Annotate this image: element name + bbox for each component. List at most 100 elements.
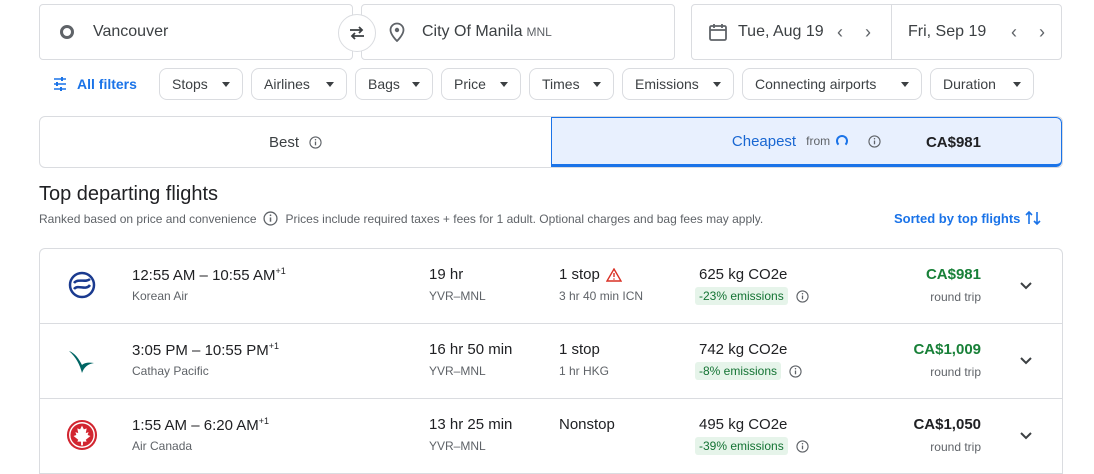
calendar-icon xyxy=(708,22,728,42)
info-icon[interactable] xyxy=(262,211,278,226)
destination-code: MNL xyxy=(526,25,552,39)
loading-spinner-icon xyxy=(836,135,849,147)
chip-label: Connecting airports xyxy=(755,76,877,92)
emissions-filter-chip[interactable]: Emissions xyxy=(622,68,734,100)
stops-filter-chip[interactable]: Stops xyxy=(159,68,243,100)
info-icon[interactable] xyxy=(796,439,809,453)
arrive-time: 10:55 PM xyxy=(204,342,269,359)
warning-icon xyxy=(605,267,622,282)
section-title: Top departing flights xyxy=(39,183,219,205)
day-offset: +1 xyxy=(268,341,280,351)
next-depart-date-button[interactable]: › xyxy=(854,22,882,43)
flight-route: YVR–MNL xyxy=(429,289,486,303)
origin-dot-icon xyxy=(60,25,74,39)
flight-times: 3:05 PM – 10:55 PM+1 xyxy=(132,341,280,359)
flight-row[interactable]: 3:05 PM – 10:55 PM+1 Cathay Pacific 16 h… xyxy=(40,324,1062,399)
sort-label: Sorted by top flights xyxy=(894,210,1021,226)
depart-date[interactable]: Tue, Aug 19 ‹ › xyxy=(692,5,892,59)
info-icon[interactable] xyxy=(309,135,322,149)
flight-route: YVR–MNL xyxy=(429,439,486,453)
chip-label: Duration xyxy=(943,76,996,92)
airline-name: Cathay Pacific xyxy=(132,364,209,378)
sort-button[interactable]: Sorted by top flights xyxy=(894,209,1042,227)
tune-icon xyxy=(54,77,66,91)
tab-cheapest-label: Cheapest xyxy=(731,132,797,150)
price-filter-chip[interactable]: Price xyxy=(441,68,521,100)
connecting-airports-filter-chip[interactable]: Connecting airports xyxy=(742,68,922,100)
dropdown-arrow-icon xyxy=(500,81,508,87)
flight-row[interactable]: 12:55 AM – 10:55 AM+1 Korean Air 19 hr Y… xyxy=(40,249,1062,324)
emissions-info: -39% emissions xyxy=(695,437,809,455)
prev-return-date-button[interactable]: ‹ xyxy=(1000,22,1028,43)
chip-label: Bags xyxy=(368,76,400,92)
airlines-filter-chip[interactable]: Airlines xyxy=(251,68,347,100)
date-field[interactable]: Tue, Aug 19 ‹ › Fri, Sep 19 ‹ › xyxy=(691,4,1062,60)
chip-label: Times xyxy=(542,76,580,92)
emissions-info: -8% emissions xyxy=(695,362,802,380)
arrive-time: 10:55 AM xyxy=(212,267,276,284)
next-return-date-button[interactable]: › xyxy=(1028,22,1056,43)
flight-price: CA$1,009 xyxy=(913,341,981,358)
info-icon[interactable] xyxy=(868,134,881,148)
return-date-value: Fri, Sep 19 xyxy=(908,23,987,40)
chip-label: Stops xyxy=(172,76,208,92)
expand-chevron-icon[interactable] xyxy=(1016,275,1036,295)
stops-label: 1 stop xyxy=(559,266,600,283)
sort-tabs: Best Cheapest from CA$981 xyxy=(39,116,1063,168)
co2-amount: 625 kg CO2e xyxy=(699,266,788,283)
all-filters-label: All filters xyxy=(77,76,137,92)
times-filter-chip[interactable]: Times xyxy=(529,68,614,100)
depart-time: 1:55 AM xyxy=(132,417,188,434)
flight-price: CA$1,050 xyxy=(913,416,981,433)
swap-button[interactable] xyxy=(338,14,376,52)
ranked-note: Ranked based on price and convenience xyxy=(39,211,257,226)
expand-chevron-icon[interactable] xyxy=(1016,425,1036,445)
air-canada-logo-icon xyxy=(66,419,98,451)
info-icon[interactable] xyxy=(796,289,809,303)
cathay-pacific-logo-icon xyxy=(66,344,98,376)
stops-label: Nonstop xyxy=(559,416,615,433)
dropdown-arrow-icon xyxy=(901,81,909,87)
flight-duration: 16 hr 50 min xyxy=(429,341,513,358)
dropdown-arrow-icon xyxy=(222,81,230,87)
flight-times: 12:55 AM – 10:55 AM+1 xyxy=(132,266,286,284)
emissions-badge: -8% emissions xyxy=(695,362,782,380)
dropdown-arrow-icon xyxy=(713,81,721,87)
tab-cheapest[interactable]: Cheapest from CA$981 xyxy=(551,117,1062,167)
dropdown-arrow-icon xyxy=(326,81,334,87)
emissions-badge: -23% emissions xyxy=(695,287,788,305)
chip-label: Emissions xyxy=(635,76,699,92)
duration-filter-chip[interactable]: Duration xyxy=(930,68,1034,100)
all-filters-button[interactable]: All filters xyxy=(52,68,137,100)
trip-type: round trip xyxy=(930,290,981,304)
tab-best[interactable]: Best xyxy=(40,117,551,167)
flight-price: CA$981 xyxy=(925,266,981,283)
price-note: Prices include required taxes + fees for… xyxy=(285,211,764,226)
flight-stops: Nonstop xyxy=(559,416,615,433)
info-icon[interactable] xyxy=(789,364,802,378)
emissions-info: -23% emissions xyxy=(695,287,809,305)
flight-results: 12:55 AM – 10:55 AM+1 Korean Air 19 hr Y… xyxy=(39,248,1063,474)
emissions-badge: -39% emissions xyxy=(695,437,788,455)
destination-field[interactable]: City Of Manila MNL xyxy=(361,4,675,60)
bags-filter-chip[interactable]: Bags xyxy=(355,68,433,100)
flight-row[interactable]: 1:55 AM – 6:20 AM+1 Air Canada 13 hr 25 … xyxy=(40,399,1062,474)
korean-air-logo-icon xyxy=(66,269,98,301)
expand-chevron-icon[interactable] xyxy=(1016,350,1036,370)
dropdown-arrow-icon xyxy=(1013,81,1021,87)
return-date[interactable]: Fri, Sep 19 ‹ › xyxy=(892,5,1061,59)
depart-date-value: Tue, Aug 19 xyxy=(738,23,824,40)
flight-route: YVR–MNL xyxy=(429,364,486,378)
origin-field[interactable]: Vancouver xyxy=(39,4,353,60)
dropdown-arrow-icon xyxy=(412,81,420,87)
co2-amount: 495 kg CO2e xyxy=(699,416,788,433)
dropdown-arrow-icon xyxy=(593,81,601,87)
filter-bar: All filters Stops Airlines Bags Price Ti… xyxy=(0,68,1094,100)
flight-duration: 13 hr 25 min xyxy=(429,416,513,433)
stop-info: 1 hr HKG xyxy=(559,364,610,378)
stops-label: 1 stop xyxy=(559,341,600,358)
from-label: from xyxy=(806,134,831,148)
prev-depart-date-button[interactable]: ‹ xyxy=(826,22,854,43)
day-offset: +1 xyxy=(275,266,286,276)
section-subtitle: Ranked based on price and convenience Pr… xyxy=(39,211,763,226)
